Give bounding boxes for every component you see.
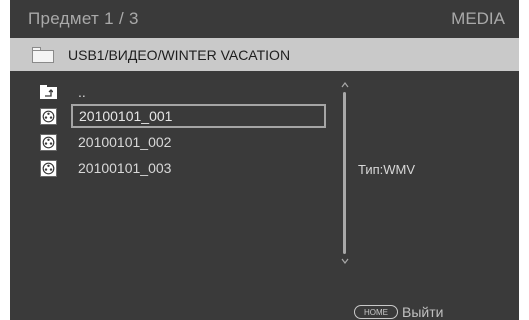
video-file-icon (40, 133, 57, 151)
parent-folder-icon (40, 85, 57, 99)
video-file-icon (40, 107, 57, 125)
list-item[interactable]: 20100101_001 (40, 104, 326, 128)
scrollbar[interactable] (341, 82, 349, 264)
home-button-icon[interactable]: HOME (354, 305, 398, 319)
list-item[interactable]: 20100101_003 (40, 156, 171, 180)
scroll-down-icon (341, 258, 349, 264)
video-file-icon (40, 159, 57, 177)
item-counter: Предмет 1 / 3 (28, 9, 139, 28)
source-label: MEDIA (451, 9, 505, 28)
file-name: 20100101_001 (71, 104, 326, 128)
list-item[interactable]: 20100101_002 (40, 130, 171, 154)
media-browser-screen: Предмет 1 / 3 MEDIA USB1/ВИДЕО/WINTER VA… (10, 0, 519, 320)
top-bar: Предмет 1 / 3 MEDIA (10, 0, 519, 38)
footer-hint: HOME Выйти (354, 304, 443, 320)
parent-folder-label: .. (78, 84, 86, 100)
path-bar: USB1/ВИДЕО/WINTER VACATION (10, 38, 519, 71)
file-name: 20100101_003 (78, 160, 172, 176)
current-path: USB1/ВИДЕО/WINTER VACATION (68, 46, 291, 63)
folder-icon (32, 46, 54, 63)
file-name: 20100101_002 (78, 134, 172, 150)
exit-label: Выйти (402, 304, 444, 320)
parent-folder-item[interactable]: .. (40, 80, 86, 104)
file-type-info: Тип:WMV (358, 162, 416, 177)
scrollbar-track[interactable] (343, 92, 346, 254)
scroll-up-icon (341, 82, 349, 88)
